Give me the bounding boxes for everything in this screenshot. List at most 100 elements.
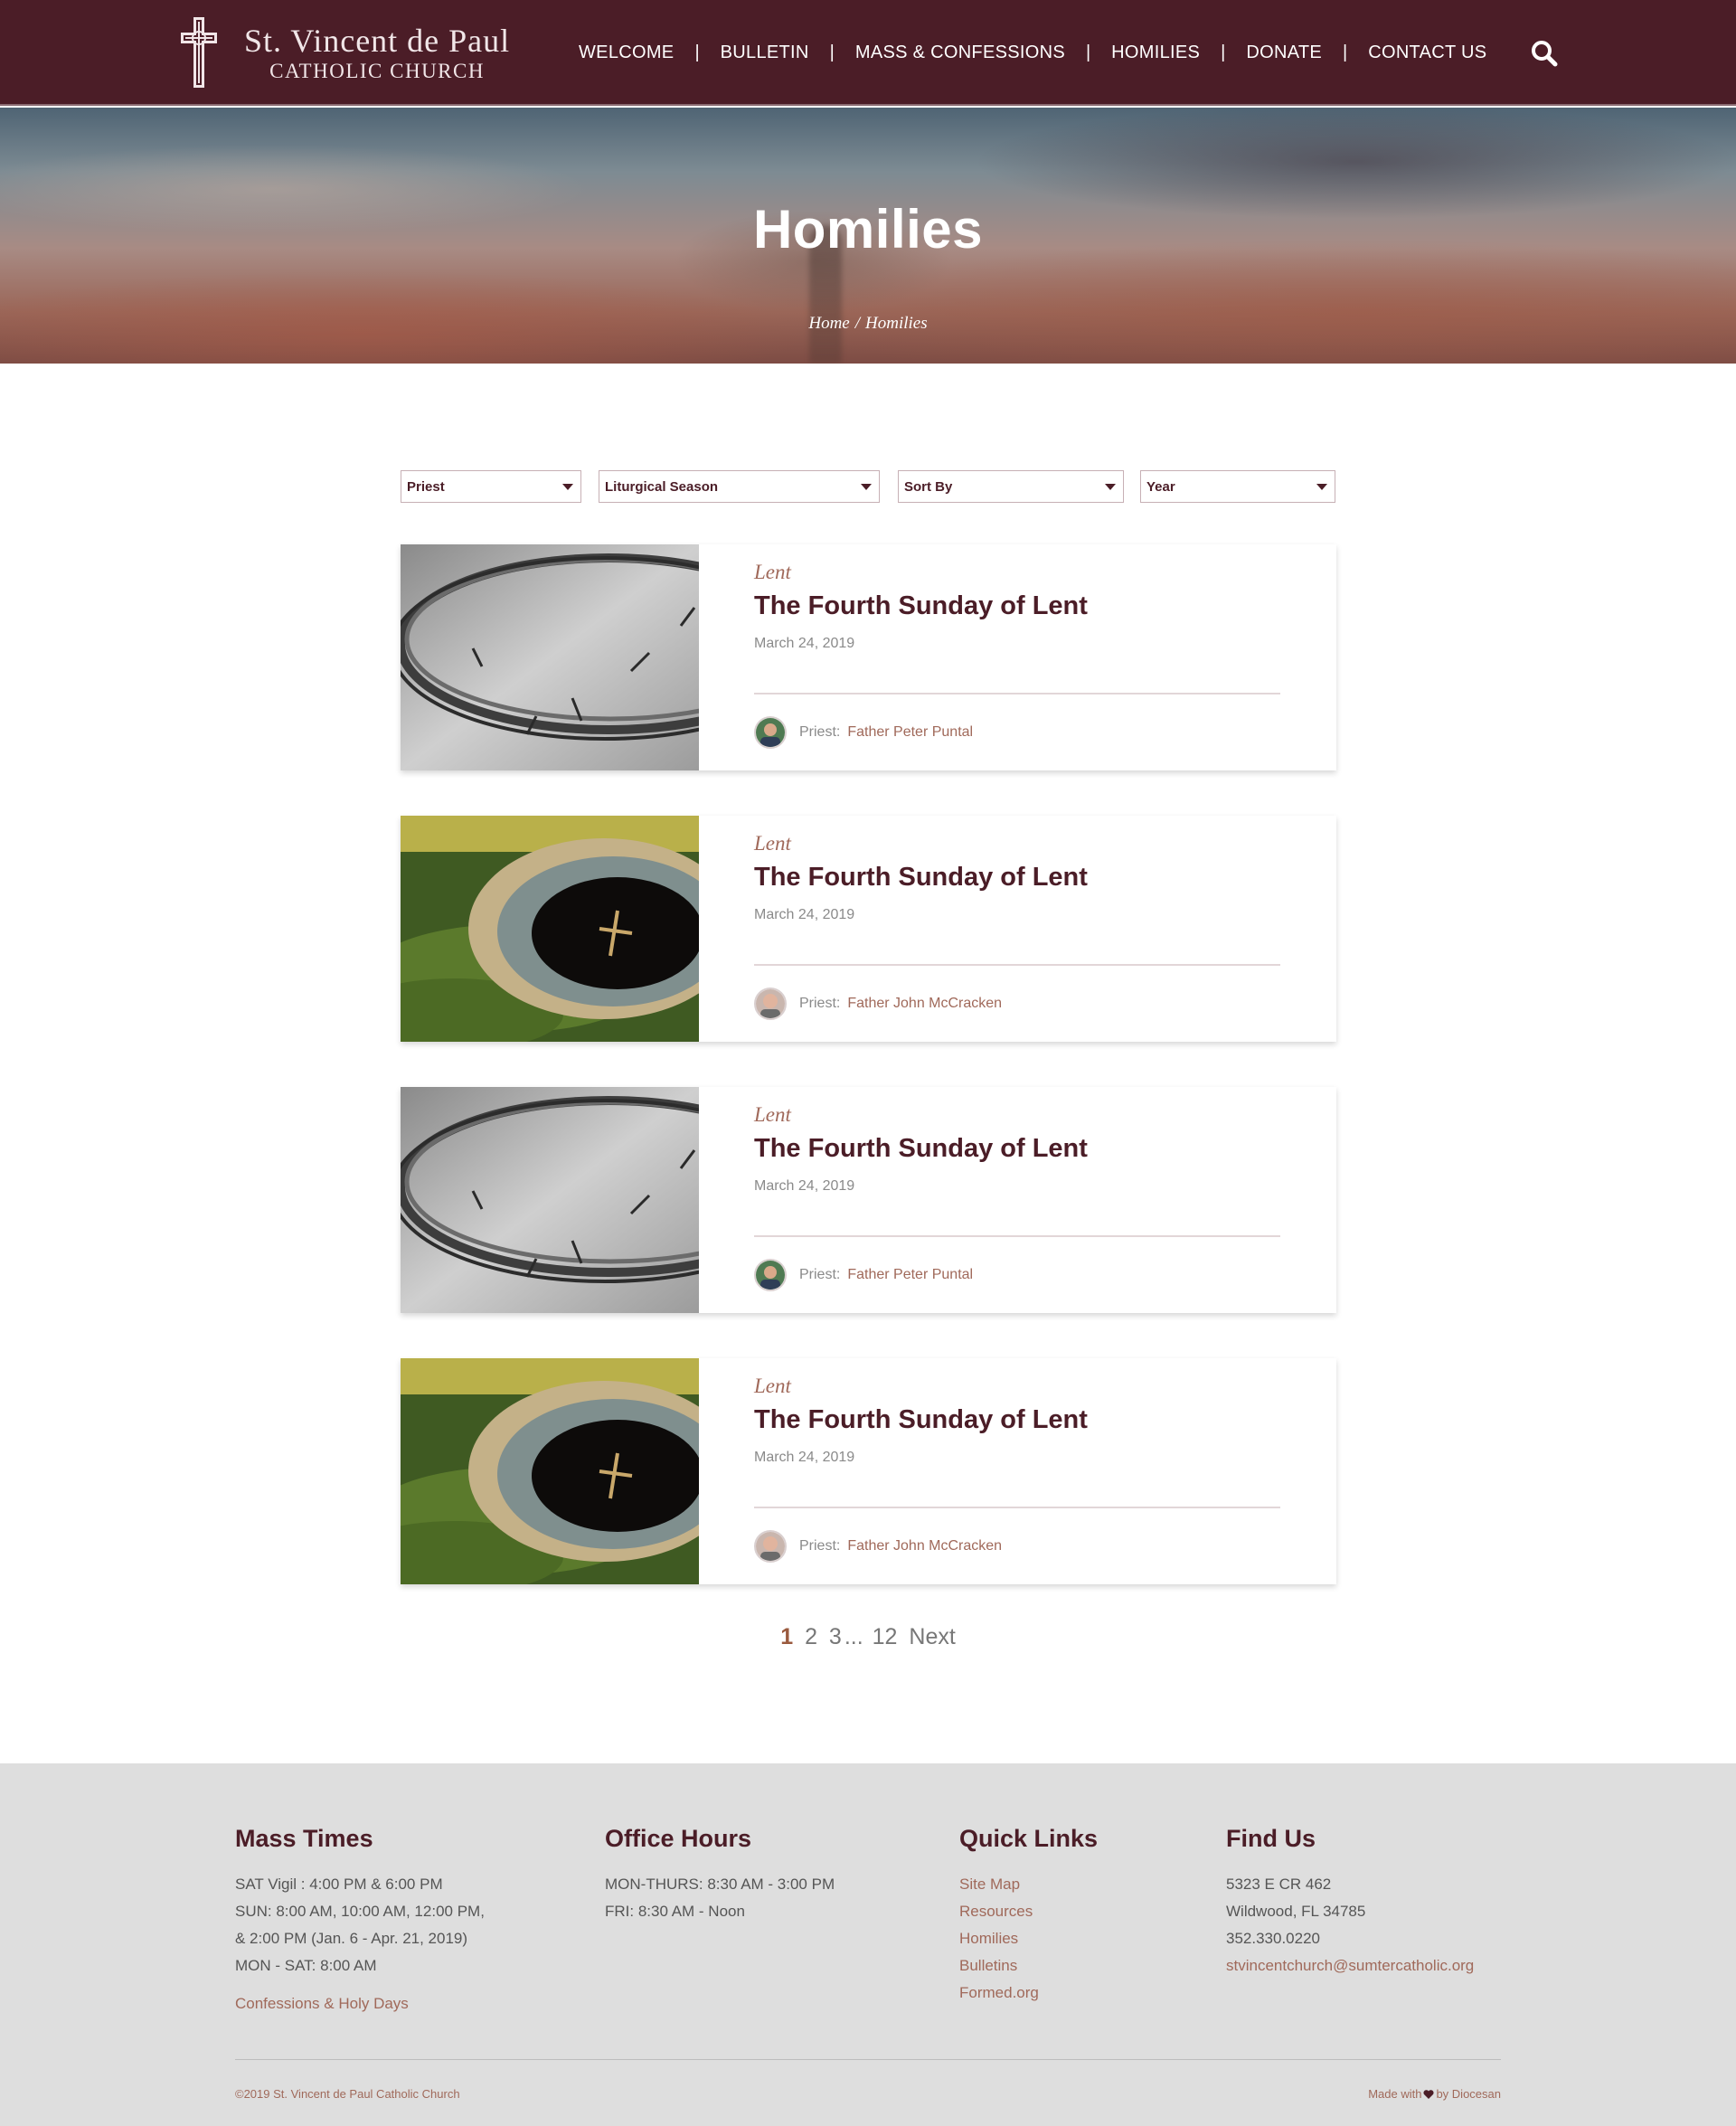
filter-label: Liturgical Season <box>605 478 719 495</box>
breadcrumb-separator: / <box>854 314 861 333</box>
priest-label: Priest: <box>799 1267 841 1282</box>
homily-title[interactable]: The Fourth Sunday of Lent <box>754 1134 1088 1164</box>
page-next-link[interactable]: Next <box>909 1624 955 1649</box>
homily-image-ash-bowl <box>401 816 699 1042</box>
homily-card[interactable]: Lent The Fourth Sunday of Lent March 24,… <box>401 544 1336 770</box>
brand-subtitle: CATHOLIC CHURCH <box>269 59 485 82</box>
chevron-down-icon <box>1316 483 1327 490</box>
priest-avatar <box>754 1530 787 1563</box>
footer-find-us: Find Us 5323 E CR 462 Wildwood, FL 34785… <box>1226 1825 1474 1980</box>
priest-avatar <box>754 987 787 1020</box>
priest-filter[interactable]: Priest <box>401 470 581 503</box>
filter-label: Priest <box>407 478 445 495</box>
main-nav: WELCOME | BULLETIN | MASS & CONFESSIONS … <box>579 0 1486 106</box>
made-by-credit: Made with by Diocesan <box>1368 2087 1501 2101</box>
heart-icon <box>1423 2089 1435 2099</box>
homily-priest: Priest: Father John McCracken <box>754 987 1002 1020</box>
nav-welcome[interactable]: WELCOME <box>579 43 674 63</box>
homily-season: Lent <box>754 1103 791 1126</box>
priest-name-link[interactable]: Father Peter Puntal <box>847 1267 973 1283</box>
quick-link-bulletins[interactable]: Bulletins <box>959 1952 1098 1980</box>
page-link-2[interactable]: 2 <box>805 1624 817 1649</box>
made-by-link[interactable]: by Diocesan <box>1436 2087 1501 2101</box>
footer-divider <box>235 2059 1501 2060</box>
mass-time-line: SAT Vigil : 4:00 PM & 6:00 PM <box>235 1876 443 1893</box>
priest-name-link[interactable]: Father Peter Puntal <box>847 724 973 741</box>
priest-label: Priest: <box>799 996 841 1011</box>
priest-label: Priest: <box>799 1538 841 1554</box>
filter-label: Year <box>1146 478 1175 495</box>
homily-title[interactable]: The Fourth Sunday of Lent <box>754 863 1088 893</box>
breadcrumb-current: Homilies <box>865 314 928 333</box>
address-line: Wildwood, FL 34785 <box>1226 1903 1366 1920</box>
filter-label: Sort By <box>904 478 953 495</box>
nav-separator: | <box>1085 43 1091 62</box>
quick-link-formed[interactable]: Formed.org <box>959 1980 1098 2007</box>
homily-card[interactable]: Lent The Fourth Sunday of Lent March 24,… <box>401 1358 1336 1584</box>
copyright: ©2019 St. Vincent de Paul Catholic Churc… <box>235 2087 460 2101</box>
office-hours-line: FRI: 8:30 AM - Noon <box>605 1903 745 1920</box>
chevron-down-icon <box>1105 483 1116 490</box>
homily-image-ash-bowl <box>401 1358 699 1584</box>
page-ellipsis: ... <box>844 1624 863 1649</box>
pagination: 1 2 3... 12 Next <box>0 1624 1736 1650</box>
footer-office-hours: Office Hours MON-THURS: 8:30 AM - 3:00 P… <box>605 1825 835 1925</box>
divider <box>754 964 1280 966</box>
homily-season: Lent <box>754 561 791 583</box>
homily-date: March 24, 2019 <box>754 907 855 922</box>
quick-link-site-map[interactable]: Site Map <box>959 1871 1098 1898</box>
quick-link-resources[interactable]: Resources <box>959 1898 1098 1925</box>
footer-heading: Office Hours <box>605 1825 752 1852</box>
footer-mass-times: Mass Times SAT Vigil : 4:00 PM & 6:00 PM… <box>235 1825 485 2017</box>
homily-image-crown-of-thorns <box>401 1087 699 1313</box>
chevron-down-icon <box>861 483 872 490</box>
homily-image-crown-of-thorns <box>401 544 699 770</box>
homily-date: March 24, 2019 <box>754 636 855 651</box>
brand-name: St. Vincent de Paul <box>244 22 511 59</box>
confessions-holy-days-link[interactable]: Confessions & Holy Days <box>235 1990 485 2017</box>
homily-card[interactable]: Lent The Fourth Sunday of Lent March 24,… <box>401 816 1336 1042</box>
nav-separator: | <box>829 43 835 62</box>
priest-name-link[interactable]: Father John McCracken <box>847 996 1002 1012</box>
footer-quick-links: Quick Links Site Map Resources Homilies … <box>959 1825 1098 2007</box>
chevron-down-icon <box>562 483 573 490</box>
homily-priest: Priest: Father Peter Puntal <box>754 716 973 749</box>
page-link-last[interactable]: 12 <box>873 1624 898 1649</box>
priest-name-link[interactable]: Father John McCracken <box>847 1538 1002 1554</box>
homily-date: March 24, 2019 <box>754 1178 855 1194</box>
breadcrumb: Home / Homilies <box>0 314 1736 334</box>
site-header: St. Vincent de Paul CATHOLIC CHURCH WELC… <box>0 0 1736 106</box>
homily-priest: Priest: Father Peter Puntal <box>754 1259 973 1291</box>
celtic-cross-icon <box>181 17 217 88</box>
nav-mass-confessions[interactable]: MASS & CONFESSIONS <box>855 43 1065 63</box>
nav-separator: | <box>1221 43 1226 62</box>
mass-time-line: SUN: 8:00 AM, 10:00 AM, 12:00 PM, <box>235 1903 485 1920</box>
made-with-label: Made with <box>1368 2087 1422 2101</box>
nav-bulletin[interactable]: BULLETIN <box>721 43 809 63</box>
divider <box>754 1507 1280 1508</box>
quick-link-homilies[interactable]: Homilies <box>959 1925 1098 1952</box>
divider <box>754 1235 1280 1237</box>
homily-title[interactable]: The Fourth Sunday of Lent <box>754 591 1088 621</box>
nav-contact-us[interactable]: CONTACT US <box>1368 43 1486 63</box>
year-filter[interactable]: Year <box>1140 470 1335 503</box>
footer-heading: Mass Times <box>235 1825 373 1852</box>
breadcrumb-home[interactable]: Home <box>808 314 849 333</box>
homily-date: March 24, 2019 <box>754 1450 855 1465</box>
page-link-3[interactable]: 3 <box>829 1624 842 1649</box>
search-icon[interactable] <box>1531 40 1558 67</box>
nav-separator: | <box>694 43 700 62</box>
sort-by-filter[interactable]: Sort By <box>898 470 1124 503</box>
liturgical-season-filter[interactable]: Liturgical Season <box>599 470 880 503</box>
email-link[interactable]: stvincentchurch@sumtercatholic.org <box>1226 1952 1474 1980</box>
page-hero: Homilies Home / Homilies <box>0 108 1736 364</box>
nav-donate[interactable]: DONATE <box>1246 43 1322 63</box>
homily-season: Lent <box>754 1375 791 1397</box>
priest-label: Priest: <box>799 724 841 740</box>
priest-avatar <box>754 1259 787 1291</box>
site-logo[interactable]: St. Vincent de Paul CATHOLIC CHURCH <box>181 16 510 89</box>
divider <box>754 693 1280 694</box>
nav-homilies[interactable]: HOMILIES <box>1111 43 1200 63</box>
homily-title[interactable]: The Fourth Sunday of Lent <box>754 1405 1088 1435</box>
homily-card[interactable]: Lent The Fourth Sunday of Lent March 24,… <box>401 1087 1336 1313</box>
